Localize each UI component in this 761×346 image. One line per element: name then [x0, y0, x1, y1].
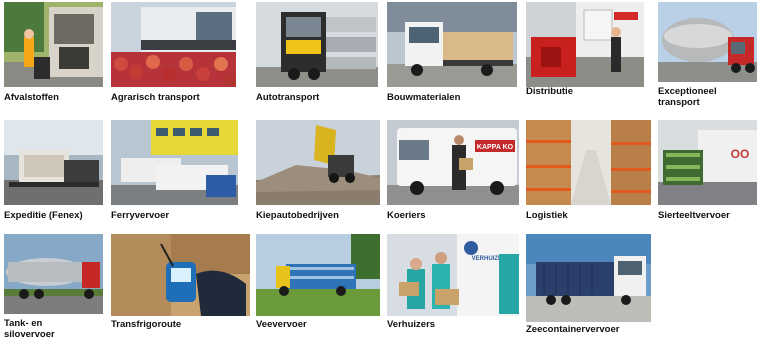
livestock-truck-photo: [256, 234, 380, 316]
van-brand-text: KAPPA KO: [477, 144, 514, 151]
category-tile-koeriers[interactable]: KAPPA KO Koeriers: [387, 120, 521, 224]
category-label: Tank- en silovervoer: [4, 318, 55, 340]
category-tile-distributie[interactable]: Distributie: [526, 2, 648, 106]
category-tile-logistiek[interactable]: Logistiek: [526, 120, 654, 224]
tank-truck-photo: [4, 234, 103, 314]
category-label: Sierteeltvervoer: [658, 210, 730, 221]
category-label: Ferryvervoer: [111, 210, 170, 221]
ferry-trailers-photo: [111, 120, 238, 205]
category-tile-tank-en-silovervoer[interactable]: Tank- en silovervoer: [4, 234, 106, 344]
category-label: Bouwmaterialen: [387, 92, 461, 103]
category-tile-verhuizers[interactable]: VERHUIZERS Verhuizers: [387, 234, 521, 338]
category-label: Veevervoer: [256, 319, 307, 330]
category-tile-transfrigoroute[interactable]: Transfrigoroute: [111, 234, 251, 334]
category-label: Transfrigoroute: [111, 319, 182, 330]
distribution-truck-photo: [526, 2, 644, 87]
category-label: Kiepautobedrijven: [256, 210, 339, 221]
dump-truck-photo: [256, 120, 380, 205]
air-cargo-photo: [4, 120, 103, 205]
building-materials-truck-photo: [387, 2, 517, 87]
plant-trolleys-photo: OO: [658, 120, 757, 205]
exceptional-transport-photo: [658, 2, 757, 82]
category-tile-ferryvervoer[interactable]: Ferryvervoer: [111, 120, 241, 224]
category-label: Distributie: [526, 86, 573, 97]
category-tile-bouwmaterialen[interactable]: Bouwmaterialen: [387, 2, 520, 106]
courier-van-photo: KAPPA KO: [387, 120, 519, 205]
car-transporter-photo: [256, 2, 378, 87]
apples-truck-photo: [111, 2, 236, 87]
category-tile-veevervoer[interactable]: Veevervoer: [256, 234, 381, 334]
category-tile-expeditie-fenex[interactable]: Expeditie (Fenex): [4, 120, 106, 224]
category-label: Exceptioneel transport: [658, 86, 717, 108]
category-tile-afvalstoffen[interactable]: Afvalstoffen: [4, 2, 104, 106]
category-label: Logistiek: [526, 210, 568, 221]
category-tile-agrarisch-transport[interactable]: Agrarisch transport: [111, 2, 241, 106]
movers-photo: VERHUIZERS: [387, 234, 519, 316]
category-tile-sierteeltvervoer[interactable]: OO Sierteeltvervoer: [658, 120, 758, 224]
sea-container-truck-photo: [526, 234, 651, 322]
category-label: Agrarisch transport: [111, 92, 200, 103]
garbage-truck-photo: [4, 2, 103, 87]
category-tile-kiepautobedrijven[interactable]: Kiepautobedrijven: [256, 120, 381, 224]
category-tile-autotransport[interactable]: Autotransport: [256, 2, 381, 106]
category-label: Verhuizers: [387, 319, 436, 330]
category-label: Expeditie (Fenex): [4, 210, 83, 221]
category-label: Zeecontainervervoer: [526, 324, 620, 335]
category-tile-zeecontainervervoer[interactable]: Zeecontainervervoer: [526, 234, 654, 338]
thermometer-photo: [111, 234, 250, 316]
svg-text:OO: OO: [731, 147, 750, 161]
category-label: Autotransport: [256, 92, 320, 103]
category-label: Koeriers: [387, 210, 426, 221]
category-tile-exceptioneel-transport[interactable]: Exceptioneel transport: [658, 2, 758, 112]
warehouse-photo: [526, 120, 651, 205]
category-label: Afvalstoffen: [4, 92, 59, 103]
